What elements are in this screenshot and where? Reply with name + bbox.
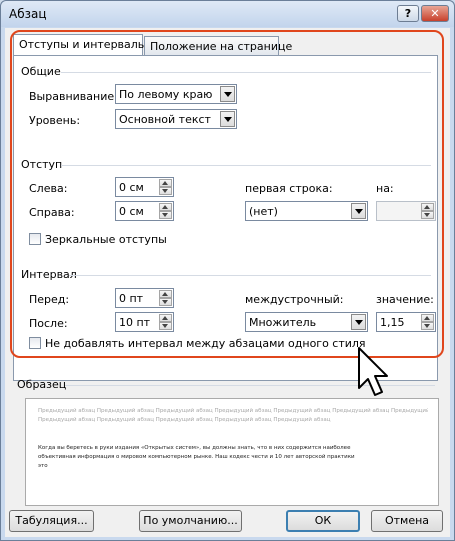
- alignment-select[interactable]: По левому краю: [115, 84, 237, 104]
- preview-previous-line: Предыдущий абзац Предыдущий абзац Предыд…: [38, 417, 331, 423]
- close-button[interactable]: ✕: [421, 5, 449, 22]
- preview-sample-line: это: [38, 463, 48, 469]
- preview-previous-line: Предыдущий абзац Предыдущий абзац Предыд…: [38, 408, 428, 414]
- tabs-button[interactable]: Табуляция...: [9, 510, 94, 532]
- line-spacing-select[interactable]: Множитель: [245, 312, 368, 332]
- spin-up-icon[interactable]: [159, 290, 172, 298]
- chevron-down-icon[interactable]: [351, 203, 366, 219]
- chevron-down-icon[interactable]: [220, 111, 235, 127]
- tab-indents-spacing[interactable]: Отступы и интервалы: [13, 34, 147, 56]
- window-title: Абзац: [9, 7, 47, 21]
- spin-down-icon[interactable]: [421, 322, 434, 330]
- spin-down-icon[interactable]: [159, 322, 172, 330]
- indent-by-label: на:: [376, 182, 394, 195]
- help-button[interactable]: ?: [397, 5, 419, 22]
- spacing-before-label: Перед:: [29, 293, 70, 306]
- spin-down-icon[interactable]: [421, 211, 434, 219]
- spin-up-icon[interactable]: [421, 314, 434, 322]
- preview-heading: Образец: [17, 378, 67, 391]
- set-default-button[interactable]: По умолчанию...: [139, 510, 242, 532]
- line-spacing-label: междустрочный:: [245, 293, 344, 306]
- dialog-body: Отступы и интервалы Положение на страниц…: [5, 28, 450, 537]
- alignment-label: Выравнивание:: [29, 90, 118, 103]
- mirror-indents-label: Зеркальные отступы: [45, 233, 167, 246]
- indent-heading: Отступ: [21, 158, 63, 171]
- spin-down-icon[interactable]: [159, 298, 172, 306]
- spacing-divider: [69, 275, 431, 276]
- spin-down-icon[interactable]: [159, 187, 172, 195]
- spin-down-icon[interactable]: [159, 211, 172, 219]
- paragraph-dialog: Абзац ? ✕ Отступы и интервалы Положение …: [0, 0, 455, 541]
- first-line-label: первая строка:: [245, 182, 333, 195]
- indent-right-spinner[interactable]: 0 см: [115, 201, 174, 221]
- dont-add-space-label: Не добавлять интервал между абзацами одн…: [45, 337, 366, 350]
- tab-line-page-breaks[interactable]: Положение на странице: [144, 36, 292, 56]
- line-spacing-at-spinner[interactable]: 1,15: [376, 312, 436, 332]
- indent-divider: [61, 165, 431, 166]
- indent-left-spinner[interactable]: 0 см: [115, 177, 174, 197]
- preview-box: Предыдущий абзац Предыдущий абзац Предыд…: [25, 398, 439, 506]
- spacing-after-spinner[interactable]: 10 пт: [115, 312, 174, 332]
- level-select[interactable]: Основной текст: [115, 109, 237, 129]
- spin-up-icon[interactable]: [159, 203, 172, 211]
- chevron-down-icon[interactable]: [351, 314, 366, 330]
- indent-by-spinner[interactable]: [376, 201, 436, 221]
- spin-up-icon[interactable]: [159, 314, 172, 322]
- preview-sample-line: объективная информация о мировом компьют…: [38, 454, 355, 460]
- spin-up-icon[interactable]: [421, 203, 434, 211]
- general-heading: Общие: [21, 65, 61, 78]
- spacing-after-label: После:: [29, 317, 68, 330]
- ok-button[interactable]: ОК: [286, 510, 360, 532]
- dont-add-space-checkbox[interactable]: [29, 337, 41, 349]
- spacing-before-spinner[interactable]: 0 пт: [115, 288, 174, 308]
- preview-sample-line: Когда вы беретесь в руки издания «Открыт…: [38, 445, 351, 451]
- spin-up-icon[interactable]: [159, 179, 172, 187]
- general-divider: [61, 72, 431, 73]
- mirror-indents-checkbox[interactable]: [29, 233, 41, 245]
- first-line-select[interactable]: (нет): [245, 201, 368, 221]
- cancel-button[interactable]: Отмена: [371, 510, 443, 532]
- line-spacing-at-label: значение:: [376, 293, 434, 306]
- level-label: Уровень:: [29, 114, 81, 127]
- mouse-cursor-icon: [358, 347, 388, 396]
- chevron-down-icon[interactable]: [220, 86, 235, 102]
- title-bar[interactable]: Абзац ? ✕: [1, 1, 454, 27]
- indent-left-label: Слева:: [29, 182, 68, 195]
- indent-right-label: Справа:: [29, 206, 75, 219]
